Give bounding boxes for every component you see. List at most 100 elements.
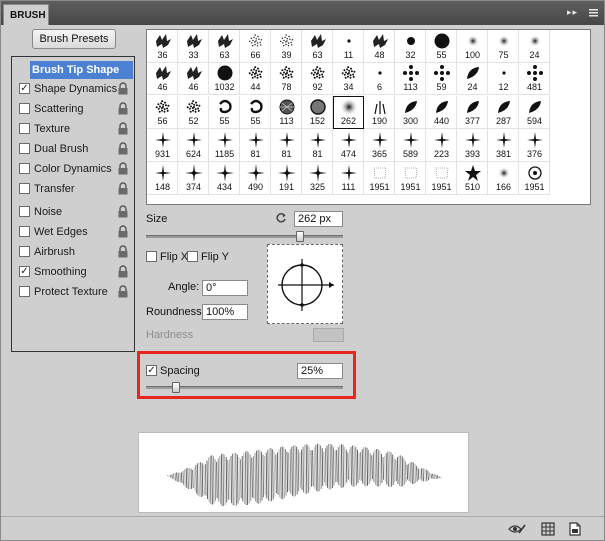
brush-cell[interactable]: 377	[457, 96, 488, 129]
lock-icon[interactable]	[117, 122, 129, 135]
brush-cell[interactable]: 78	[271, 62, 302, 95]
spacing-checkbox[interactable]: ✓	[146, 365, 157, 376]
brush-cell[interactable]: 66	[240, 30, 271, 63]
lock-icon[interactable]	[117, 182, 129, 195]
option-color-dynamics[interactable]: Color Dynamics	[14, 160, 132, 178]
lock-icon[interactable]	[117, 82, 129, 95]
lock-icon[interactable]	[117, 205, 129, 218]
brush-cell[interactable]: 81	[302, 129, 333, 162]
checkbox[interactable]	[19, 183, 30, 194]
reset-size-icon[interactable]	[275, 212, 287, 224]
brush-cell[interactable]: 152	[302, 96, 333, 129]
brush-cell[interactable]: 24	[457, 62, 488, 95]
lock-icon[interactable]	[117, 225, 129, 238]
brush-cell[interactable]: 376	[519, 129, 550, 162]
lock-icon[interactable]	[117, 285, 129, 298]
checkbox[interactable]	[19, 246, 30, 257]
flip-x-checkbox[interactable]	[146, 251, 157, 262]
option-shape-dynamics[interactable]: ✓ Shape Dynamics	[14, 80, 132, 98]
lock-icon[interactable]	[117, 102, 129, 115]
option-dual-brush[interactable]: Dual Brush	[14, 140, 132, 158]
brush-cell[interactable]: 55	[240, 96, 271, 129]
grid-icon[interactable]	[541, 522, 555, 536]
checkbox[interactable]	[19, 286, 30, 297]
option-airbrush[interactable]: Airbrush	[14, 243, 132, 261]
brush-cell[interactable]: 624	[178, 129, 209, 162]
tab-brush[interactable]: BRUSH	[3, 4, 49, 25]
brush-cell[interactable]: 81	[240, 129, 271, 162]
brush-cell[interactable]: 11	[333, 30, 364, 63]
checkbox[interactable]	[19, 206, 30, 217]
eye-brush-icon[interactable]	[508, 522, 526, 536]
brush-cell[interactable]: 36	[147, 30, 178, 63]
lock-icon[interactable]	[117, 162, 129, 175]
brush-cell[interactable]: 63	[302, 30, 333, 63]
brush-cell[interactable]: 100	[457, 30, 488, 63]
size-slider-track[interactable]	[146, 235, 343, 238]
brush-cell[interactable]: 148	[147, 162, 178, 195]
brush-cell[interactable]: 1951	[426, 162, 457, 195]
collapse-icon[interactable]: ▸▸	[567, 7, 578, 18]
brush-cell[interactable]: 589	[395, 129, 426, 162]
lock-icon[interactable]	[117, 265, 129, 278]
checkbox[interactable]: ✓	[19, 266, 30, 277]
option-noise[interactable]: Noise	[14, 203, 132, 221]
brush-cell[interactable]: 434	[209, 162, 240, 195]
brush-cell[interactable]: 374	[178, 162, 209, 195]
brush-cell[interactable]: 39	[271, 30, 302, 63]
brush-cell[interactable]: 1951	[395, 162, 426, 195]
flip-y-checkbox[interactable]	[187, 251, 198, 262]
brush-cell[interactable]: 1951	[364, 162, 395, 195]
option-smoothing[interactable]: ✓ Smoothing	[14, 263, 132, 281]
checkbox[interactable]	[19, 143, 30, 154]
option-brush-tip-shape[interactable]: Brush Tip Shape	[30, 61, 133, 79]
new-preset-icon[interactable]	[568, 522, 582, 536]
spacing-input[interactable]: 25%	[297, 363, 343, 379]
brush-cell[interactable]: 393	[457, 129, 488, 162]
checkbox[interactable]	[19, 163, 30, 174]
crosshair-icon[interactable]	[268, 245, 344, 325]
size-slider-thumb[interactable]	[295, 231, 304, 242]
brush-cell[interactable]: 481	[519, 62, 550, 95]
brush-cell[interactable]: 113	[395, 62, 426, 95]
brush-cell[interactable]: 32	[395, 30, 426, 63]
checkbox[interactable]	[19, 226, 30, 237]
brush-presets-button[interactable]: Brush Presets	[32, 29, 116, 49]
option-scattering[interactable]: Scattering	[14, 100, 132, 118]
option-texture[interactable]: Texture	[14, 120, 132, 138]
brush-cell[interactable]: 190	[364, 96, 395, 129]
angle-input[interactable]: 0°	[202, 280, 248, 296]
brush-cell[interactable]: 490	[240, 162, 271, 195]
brush-cell[interactable]: 365	[364, 129, 395, 162]
panel-menu-icon[interactable]	[586, 7, 600, 19]
brush-cell[interactable]: 55	[426, 30, 457, 63]
brush-cell[interactable]: 92	[302, 62, 333, 95]
brush-cell[interactable]: 262	[333, 96, 364, 129]
brush-cell[interactable]: 81	[271, 129, 302, 162]
brush-cell[interactable]: 75	[488, 30, 519, 63]
brush-cell[interactable]: 223	[426, 129, 457, 162]
lock-icon[interactable]	[117, 142, 129, 155]
brush-cell[interactable]: 34	[333, 62, 364, 95]
brush-cell[interactable]: 1951	[519, 162, 550, 195]
brush-cell[interactable]: 59	[426, 62, 457, 95]
checkbox[interactable]	[19, 123, 30, 134]
checkbox[interactable]: ✓	[19, 83, 30, 94]
angle-roundness-preview[interactable]	[267, 244, 343, 324]
brush-cell[interactable]: 381	[488, 129, 519, 162]
option-transfer[interactable]: Transfer	[14, 180, 132, 198]
option-protect-texture[interactable]: Protect Texture	[14, 283, 132, 301]
brush-cell[interactable]: 12	[488, 62, 519, 95]
brush-cell[interactable]: 594	[519, 96, 550, 129]
brush-cell[interactable]: 166	[488, 162, 519, 195]
brush-cell[interactable]: 24	[519, 30, 550, 63]
brush-cell[interactable]: 474	[333, 129, 364, 162]
brush-cell[interactable]: 56	[147, 96, 178, 129]
brush-cell[interactable]: 325	[302, 162, 333, 195]
brush-cell[interactable]: 1032	[209, 62, 240, 95]
brush-cell[interactable]: 44	[240, 62, 271, 95]
brush-cell[interactable]: 63	[209, 30, 240, 63]
brush-cell[interactable]: 33	[178, 30, 209, 63]
brush-cell[interactable]: 300	[395, 96, 426, 129]
brush-cell[interactable]: 440	[426, 96, 457, 129]
